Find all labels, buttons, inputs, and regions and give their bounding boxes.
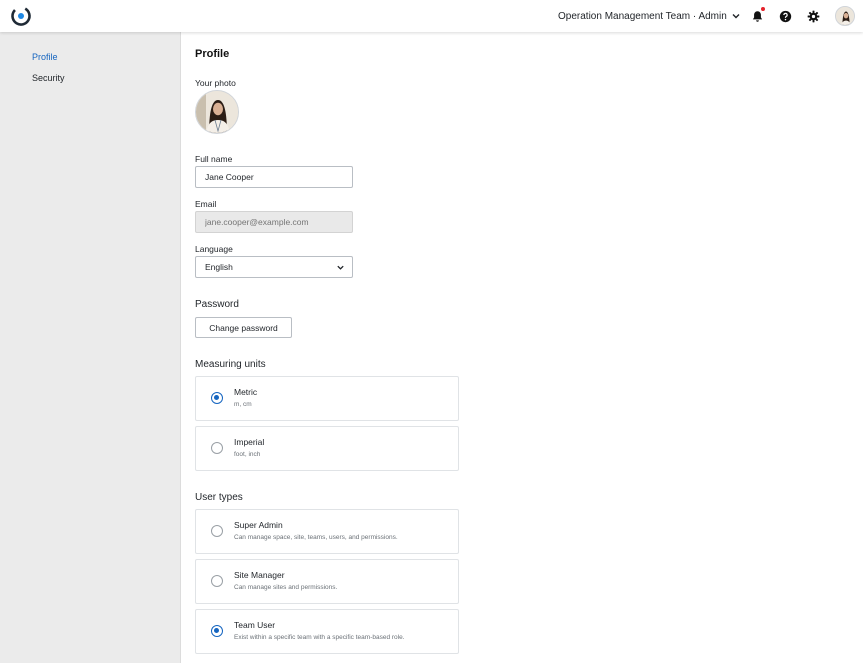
profile-panel: Profile Your photo Full name Email Langu… [181, 32, 863, 663]
metric-radio[interactable] [211, 392, 223, 404]
top-bar: Operation Management Team · Admin [0, 0, 863, 32]
help-button[interactable] [776, 7, 794, 25]
user-type-site-manager[interactable]: Site Manager Can manage sites and permis… [195, 559, 459, 604]
full-name-label: Full name [195, 154, 233, 164]
language-select[interactable]: English [195, 256, 353, 278]
chevron-down-icon [732, 14, 740, 19]
user-type-team-user[interactable]: Team User Exist within a specific team w… [195, 609, 459, 654]
email-input [195, 211, 353, 233]
sidebar-item-security[interactable]: Security [32, 73, 65, 83]
notifications-button[interactable] [748, 7, 766, 25]
user-types-title: User types [195, 492, 243, 503]
user-type-title: Site Manager [234, 570, 285, 580]
photo-label: Your photo [195, 78, 236, 88]
site-manager-radio[interactable] [211, 575, 223, 587]
language-label: Language [195, 244, 233, 254]
user-type-desc: Exist within a specific team with a spec… [234, 634, 405, 641]
unit-option-desc: foot, inch [234, 451, 261, 458]
sidebar: Profile Security [0, 32, 181, 663]
avatar[interactable] [835, 6, 855, 26]
team-user-radio[interactable] [211, 625, 223, 637]
help-icon [779, 10, 791, 22]
bell-icon [752, 10, 762, 22]
team-selector-label: Operation Management Team · Admin [558, 10, 727, 22]
user-type-super-admin[interactable]: Super Admin Can manage space, site, team… [195, 509, 459, 554]
logo-icon[interactable] [9, 4, 33, 28]
measuring-units-title: Measuring units [195, 359, 266, 370]
email-label: Email [195, 199, 217, 209]
sidebar-item-profile[interactable]: Profile [32, 52, 58, 62]
chevron-down-icon [337, 265, 344, 270]
user-photo-icon [836, 7, 854, 25]
unit-option-desc: m, cm [234, 401, 252, 408]
user-type-title: Team User [234, 620, 276, 630]
password-section-title: Password [195, 299, 239, 310]
change-password-button[interactable]: Change password [195, 317, 292, 338]
unit-option-metric[interactable]: Metric m, cm [195, 376, 459, 421]
settings-button[interactable] [804, 7, 822, 25]
user-type-desc: Can manage space, site, teams, users, an… [234, 534, 398, 541]
unit-option-title: Metric [234, 387, 258, 397]
language-value: English [205, 262, 233, 272]
notification-dot [761, 7, 765, 11]
super-admin-radio[interactable] [211, 525, 223, 537]
user-type-title: Super Admin [234, 520, 283, 530]
unit-option-title: Imperial [234, 437, 265, 447]
user-photo-icon [196, 91, 238, 133]
user-type-desc: Can manage sites and permissions. [234, 584, 338, 591]
profile-photo[interactable] [195, 90, 239, 134]
imperial-radio[interactable] [211, 442, 223, 454]
gear-icon [807, 10, 819, 22]
full-name-input[interactable] [195, 166, 353, 188]
team-selector[interactable]: Operation Management Team · Admin [558, 8, 741, 24]
unit-option-imperial[interactable]: Imperial foot, inch [195, 426, 459, 471]
page-title: Profile [195, 48, 230, 60]
